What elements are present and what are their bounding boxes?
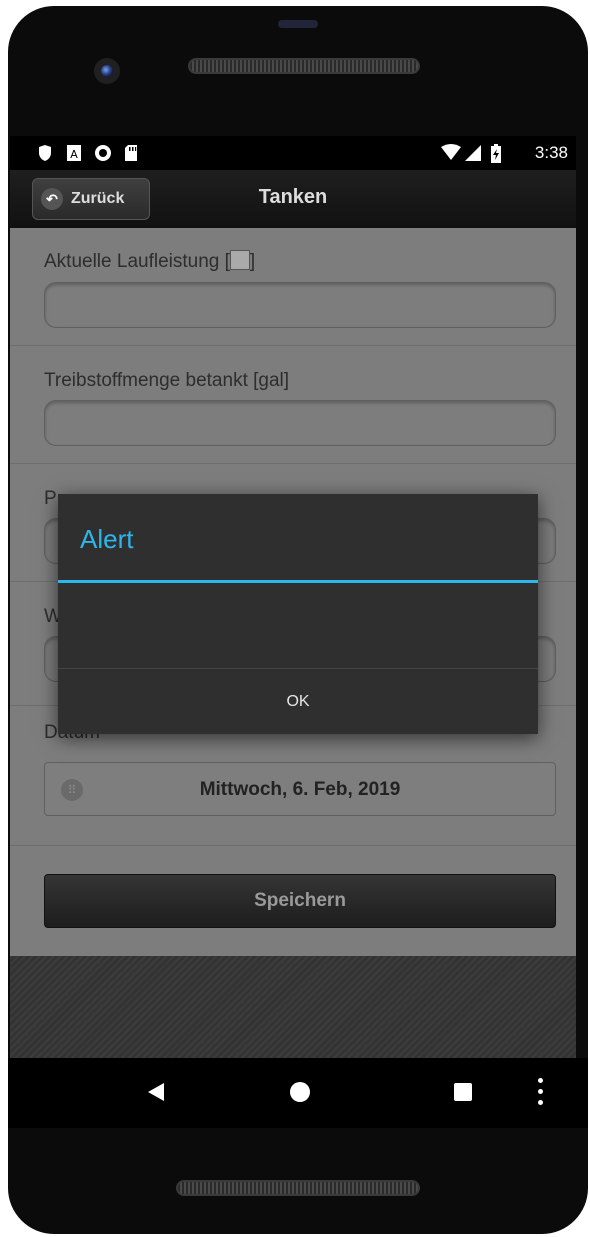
record-icon	[95, 145, 111, 161]
mileage-label: Aktuelle Laufleistung []	[44, 250, 255, 273]
ok-button[interactable]: OK	[58, 669, 538, 734]
price-label: P	[44, 488, 57, 509]
top-speaker-grille	[188, 58, 420, 74]
mileage-label-text: Aktuelle Laufleistung [	[44, 251, 230, 272]
alert-dialog: Alert OK	[58, 494, 538, 734]
overflow-menu-icon[interactable]	[538, 1078, 544, 1105]
nav-home-icon[interactable]	[290, 1082, 310, 1102]
page-title: Tanken	[258, 186, 328, 208]
clock: 3:38	[534, 143, 568, 162]
battery-charging-icon	[491, 144, 501, 163]
date-value: Mittwoch, 6. Feb, 2019	[199, 779, 401, 800]
navigation-bar	[8, 1058, 588, 1128]
fuel-field-row: Treibstoffmenge betankt [gal]	[10, 346, 576, 464]
broken-image-icon	[229, 250, 250, 270]
nav-back-icon[interactable]	[148, 1083, 164, 1101]
nav-recents-icon[interactable]	[454, 1083, 472, 1101]
dialog-title-divider	[58, 580, 538, 583]
status-bar: A 3:38	[10, 136, 576, 170]
camera-lens	[101, 65, 113, 77]
a-badge-icon: A	[67, 145, 81, 161]
mileage-label-end: ]	[249, 251, 256, 272]
mileage-field-row: Aktuelle Laufleistung []	[10, 228, 576, 346]
dialog-title: Alert	[80, 524, 134, 554]
fuel-amount-input[interactable]	[44, 400, 556, 446]
front-camera	[94, 58, 120, 84]
signal-icon	[465, 145, 481, 161]
svg-text:A: A	[70, 148, 78, 161]
wifi-icon	[441, 144, 461, 160]
date-picker-button[interactable]: ⠿ Mittwoch, 6. Feb, 2019	[44, 762, 556, 816]
sd-card-icon	[125, 145, 137, 161]
fuel-label: Treibstoffmenge betankt [gal]	[44, 370, 290, 391]
bottom-speaker-grille	[176, 1180, 420, 1196]
footer-pattern	[10, 956, 576, 1058]
save-button[interactable]: Speichern	[44, 874, 556, 928]
shield-icon	[39, 145, 51, 161]
earpiece-slot	[278, 20, 318, 28]
mileage-input[interactable]	[44, 282, 556, 328]
phone-frame: A 3:38 ↶ Zurück Tanken Aktuelle Laufleis…	[8, 6, 588, 1234]
app-header: ↶ Zurück Tanken	[10, 170, 576, 229]
